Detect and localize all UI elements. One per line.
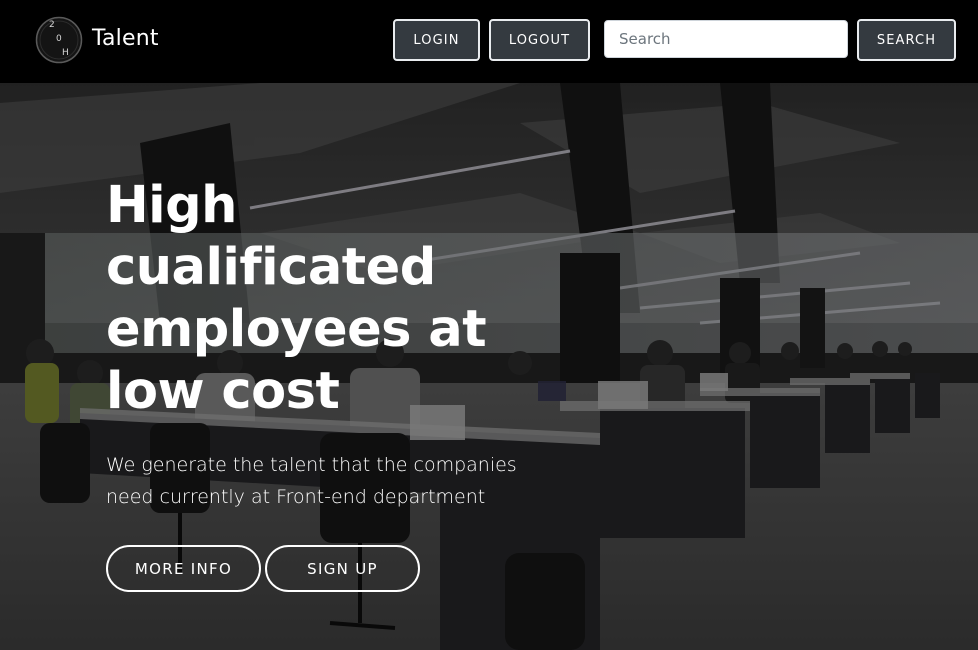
login-button[interactable]: LOGIN <box>393 19 480 61</box>
search-input[interactable] <box>604 20 848 58</box>
brand-name: Talent <box>92 25 159 51</box>
h2o-logo-icon: 2 0 H <box>35 16 83 64</box>
logo-glyph-bottom: H <box>62 48 69 58</box>
navbar: 2 0 H Talent LOGIN LOGOUT SEARCH <box>0 0 978 83</box>
search-button[interactable]: SEARCH <box>857 19 956 61</box>
hero-subtitle: We generate the talent that the companie… <box>106 454 517 508</box>
sign-up-button[interactable]: SIGN UP <box>265 545 420 592</box>
more-info-button[interactable]: MORE INFO <box>106 545 261 592</box>
logo-glyph-middle: 0 <box>56 34 62 44</box>
logo-glyph-top: 2 <box>49 20 55 30</box>
brand[interactable]: 2 0 H Talent <box>35 16 159 64</box>
hero-title: High cualificated employees at low cost <box>106 176 487 421</box>
hero-section: High cualificated employees at low cost … <box>0 83 978 650</box>
logout-button[interactable]: LOGOUT <box>489 19 590 61</box>
